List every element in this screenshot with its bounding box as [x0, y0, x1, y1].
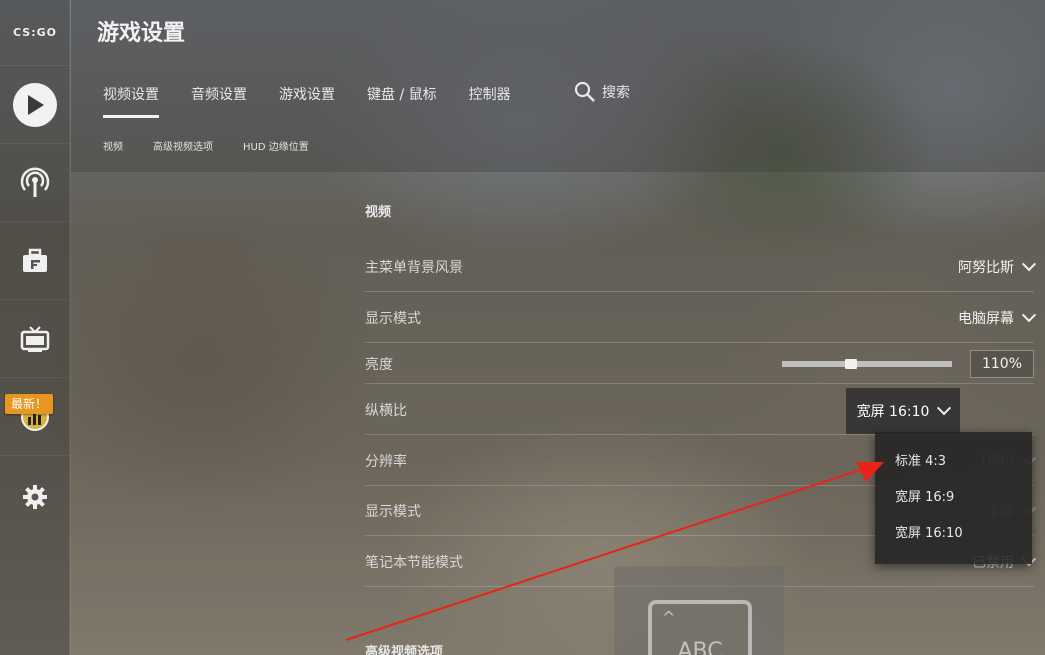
- annotation-arrow: [345, 462, 884, 641]
